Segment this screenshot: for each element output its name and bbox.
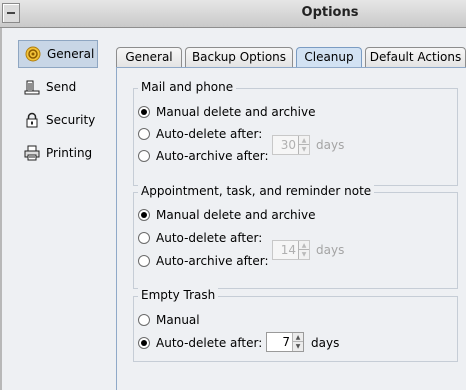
sidebar-item-send[interactable]: Send xyxy=(18,73,98,101)
sidebar: General Send Security Printing xyxy=(18,40,98,172)
spinner-up-arrow-icon[interactable]: ▲ xyxy=(298,136,309,145)
radio-button[interactable] xyxy=(138,314,150,326)
tab-default-actions[interactable]: Default Actions xyxy=(365,47,466,68)
sidebar-item-printing[interactable]: Printing xyxy=(18,139,98,167)
general-icon xyxy=(25,46,41,62)
option-label: Auto-delete after: xyxy=(156,127,263,141)
spinner-value: 14 xyxy=(280,243,296,257)
spinner-value: 7 xyxy=(282,335,290,349)
mail-days-spinner[interactable]: 30 ▲ ▼ xyxy=(272,135,310,155)
option-label: Auto-archive after: xyxy=(156,254,269,268)
option-label: Auto-delete after: xyxy=(156,231,263,245)
option-label: Auto-delete after: xyxy=(156,336,263,350)
spinner-down-arrow-icon[interactable]: ▼ xyxy=(298,145,309,154)
trash-auto-delete-option[interactable]: Auto-delete after: xyxy=(138,334,262,352)
tab-general[interactable]: General xyxy=(116,47,182,68)
mail-manual-option[interactable]: Manual delete and archive xyxy=(138,103,315,121)
window-title: Options xyxy=(301,5,359,20)
option-label: Auto-archive after: xyxy=(156,149,269,163)
appointment-group: Appointment, task, and reminder note Man… xyxy=(133,184,458,289)
option-label: Manual delete and archive xyxy=(156,105,316,119)
send-icon xyxy=(24,79,40,95)
radio-button[interactable] xyxy=(138,128,150,140)
radio-button[interactable] xyxy=(138,209,150,221)
printer-icon xyxy=(24,145,40,161)
spinner-up-arrow-icon[interactable]: ▲ xyxy=(298,241,309,250)
days-label: days xyxy=(311,336,340,350)
sidebar-item-label: General xyxy=(47,47,95,61)
sidebar-item-label: Printing xyxy=(46,146,93,160)
days-label: days xyxy=(316,138,345,152)
trash-days-spinner[interactable]: 7 ▲ ▼ xyxy=(266,332,304,352)
appointment-manual-option[interactable]: Manual delete and archive xyxy=(138,206,315,224)
sidebar-item-general[interactable]: General xyxy=(18,40,98,68)
empty-trash-group: Empty Trash Manual Auto-delete after: 7 … xyxy=(133,288,458,362)
mail-phone-group: Mail and phone Manual delete and archive… xyxy=(133,80,458,186)
sidebar-item-label: Send xyxy=(46,80,77,94)
appointment-auto-archive-option[interactable]: Auto-archive after: xyxy=(138,252,269,270)
title-bar: Options xyxy=(0,0,466,28)
sidebar-item-security[interactable]: Security xyxy=(18,106,98,134)
group-title: Mail and phone xyxy=(138,80,237,94)
mail-auto-delete-option[interactable]: Auto-delete after: xyxy=(138,125,262,143)
trash-manual-option[interactable]: Manual xyxy=(138,311,200,329)
tab-backup-options[interactable]: Backup Options xyxy=(185,47,293,68)
spinner-down-arrow-icon[interactable]: ▼ xyxy=(298,250,309,259)
radio-button[interactable] xyxy=(138,232,150,244)
tab-cleanup[interactable]: Cleanup xyxy=(296,47,362,69)
option-label: Manual xyxy=(156,313,200,327)
radio-button[interactable] xyxy=(138,150,150,162)
cleanup-panel: Mail and phone Manual delete and archive… xyxy=(116,67,466,390)
appointment-days-spinner[interactable]: 14 ▲ ▼ xyxy=(272,240,310,260)
mail-auto-archive-option[interactable]: Auto-archive after: xyxy=(138,147,269,165)
radio-button[interactable] xyxy=(138,106,150,118)
group-title: Appointment, task, and reminder note xyxy=(138,184,375,198)
appointment-auto-delete-option[interactable]: Auto-delete after: xyxy=(138,229,262,247)
spinner-value: 30 xyxy=(280,138,296,152)
spinner-up-arrow-icon[interactable]: ▲ xyxy=(292,333,303,342)
option-label: Manual delete and archive xyxy=(156,208,316,222)
spinner-down-arrow-icon[interactable]: ▼ xyxy=(292,342,303,351)
tab-strip: General Backup Options Cleanup Default A… xyxy=(116,47,466,69)
group-title: Empty Trash xyxy=(138,288,219,302)
sidebar-item-label: Security xyxy=(46,113,96,127)
window-menu-button[interactable] xyxy=(2,3,20,23)
days-label: days xyxy=(316,243,345,257)
radio-button[interactable] xyxy=(138,255,150,267)
radio-button[interactable] xyxy=(138,337,150,349)
lock-icon xyxy=(24,112,40,128)
